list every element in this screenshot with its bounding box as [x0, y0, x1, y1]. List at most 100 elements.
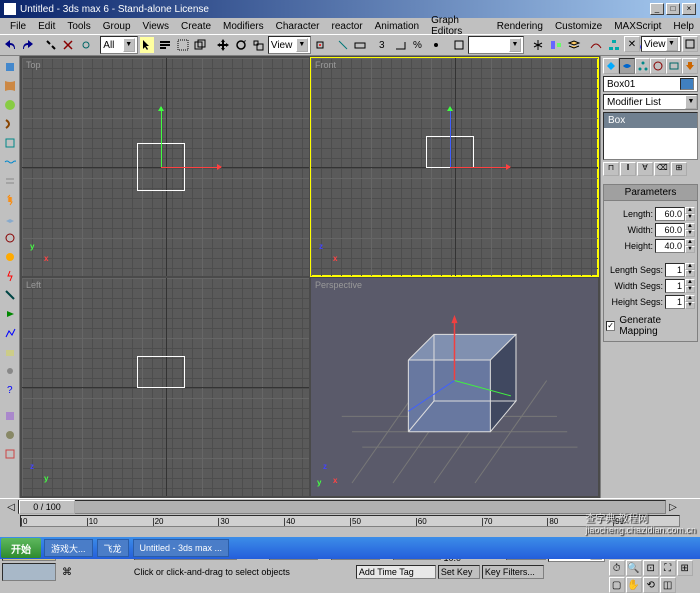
soft-icon[interactable]: [1, 96, 19, 114]
ref-coord-combo[interactable]: View▼: [268, 36, 311, 54]
fracture-icon[interactable]: [1, 267, 19, 285]
height-spinner[interactable]: ▲▼: [685, 239, 695, 253]
extra-icon-1[interactable]: [1, 407, 19, 425]
extra-icon-2[interactable]: [1, 426, 19, 444]
zoom-extents-button[interactable]: ⛶: [660, 560, 676, 576]
object-name-field[interactable]: Box01: [603, 76, 698, 92]
time-config-button[interactable]: ⏱: [609, 560, 625, 576]
xview-icon[interactable]: ✕: [624, 36, 640, 52]
menu-file[interactable]: File: [4, 20, 32, 33]
hseg-spinner[interactable]: ▲▼: [685, 295, 695, 309]
align-button[interactable]: [547, 36, 564, 54]
snap-3d-button[interactable]: 3: [375, 36, 392, 54]
remove-mod-button[interactable]: ⌫: [654, 162, 670, 176]
task-item[interactable]: 飞龙: [97, 539, 129, 557]
analyze-icon[interactable]: [1, 324, 19, 342]
spinner-snap-button[interactable]: [428, 36, 445, 54]
maximize-button[interactable]: □: [666, 3, 680, 15]
wseg-field[interactable]: [665, 279, 685, 293]
curve-editor-button[interactable]: [588, 36, 605, 54]
track-prev-button[interactable]: ◁: [4, 500, 18, 514]
length-spinner[interactable]: ▲▼: [685, 207, 695, 221]
menu-rendering[interactable]: Rendering: [491, 20, 549, 33]
rotate-button[interactable]: [232, 36, 249, 54]
keyboard-button[interactable]: [352, 36, 369, 54]
motion-tab[interactable]: [650, 58, 666, 74]
stack-item-box[interactable]: Box: [604, 113, 697, 128]
object-color-swatch[interactable]: [680, 78, 694, 90]
spring-icon[interactable]: [1, 191, 19, 209]
track-next-button[interactable]: ▷: [666, 500, 680, 514]
menu-tools[interactable]: Tools: [61, 20, 96, 33]
utilities-tab[interactable]: [682, 58, 698, 74]
extra-icon-3[interactable]: [1, 445, 19, 463]
zoom-all-button[interactable]: ⊡: [643, 560, 659, 576]
hierarchy-tab[interactable]: [635, 58, 651, 74]
select-rect-button[interactable]: [174, 36, 191, 54]
pan-button[interactable]: ✋: [626, 577, 642, 593]
hseg-field[interactable]: [665, 295, 685, 309]
pin-stack-button[interactable]: ⊓: [603, 162, 619, 176]
menu-group[interactable]: Group: [97, 20, 137, 33]
menu-customize[interactable]: Customize: [549, 20, 608, 33]
defmesh-icon[interactable]: [1, 134, 19, 152]
cloth-icon[interactable]: [1, 77, 19, 95]
unlink-button[interactable]: [60, 36, 77, 54]
menu-views[interactable]: Views: [137, 20, 176, 33]
menu-animation[interactable]: Animation: [369, 20, 425, 33]
rigid-icon[interactable]: [1, 58, 19, 76]
create-tab[interactable]: [603, 58, 619, 74]
motor-icon[interactable]: [1, 229, 19, 247]
menu-reactor[interactable]: reactor: [326, 20, 369, 33]
menu-create[interactable]: Create: [175, 20, 217, 33]
menu-character[interactable]: Character: [270, 20, 326, 33]
configure-button[interactable]: ⊞: [671, 162, 687, 176]
rope-icon[interactable]: [1, 115, 19, 133]
export-icon[interactable]: [1, 343, 19, 361]
rollout-header[interactable]: Parameters: [604, 185, 697, 201]
persp-mode-icon[interactable]: [682, 36, 698, 52]
bind-button[interactable]: [78, 36, 95, 54]
viewport-top[interactable]: Top xy: [22, 58, 309, 276]
manipulate-button[interactable]: [334, 36, 351, 54]
snap-percent-button[interactable]: %: [410, 36, 427, 54]
selection-filter-combo[interactable]: All▼: [100, 36, 137, 54]
time-tag-field[interactable]: Add Time Tag: [356, 565, 436, 579]
start-button[interactable]: 开始: [1, 538, 41, 558]
plane-icon[interactable]: [1, 210, 19, 228]
wseg-spinner[interactable]: ▲▼: [685, 279, 695, 293]
menu-modifiers[interactable]: Modifiers: [217, 20, 270, 33]
menu-grapheditors[interactable]: Graph Editors: [425, 14, 491, 38]
help-icon[interactable]: ?: [1, 381, 19, 399]
selection-lock-2[interactable]: [2, 563, 56, 581]
zoom-button[interactable]: 🔍: [626, 560, 642, 576]
lseg-spinner[interactable]: ▲▼: [685, 263, 695, 277]
water-icon[interactable]: [1, 153, 19, 171]
menu-maxscript[interactable]: MAXScript: [608, 20, 667, 33]
menu-help[interactable]: Help: [667, 20, 700, 33]
script-button[interactable]: ⌘: [58, 563, 76, 581]
view-combo-2[interactable]: View▼: [641, 36, 681, 52]
task-item[interactable]: 游戏大...: [44, 539, 93, 557]
move-button[interactable]: [215, 36, 232, 54]
width-spinner[interactable]: ▲▼: [685, 223, 695, 237]
viewport-perspective[interactable]: Perspective: [311, 278, 598, 496]
pivot-center-button[interactable]: [312, 36, 329, 54]
cable-icon[interactable]: [1, 286, 19, 304]
field-of-view-button[interactable]: ▢: [609, 577, 625, 593]
time-slider[interactable]: 0 / 100: [18, 500, 666, 514]
preview-icon[interactable]: [1, 305, 19, 323]
zoom-extents-all-button[interactable]: ⊞: [677, 560, 693, 576]
time-ruler[interactable]: [20, 515, 680, 527]
wind-icon[interactable]: [1, 172, 19, 190]
util-icon[interactable]: [1, 362, 19, 380]
display-tab[interactable]: [666, 58, 682, 74]
key-filters-button[interactable]: Key Filters...: [482, 565, 544, 579]
lseg-field[interactable]: [665, 263, 685, 277]
schematic-button[interactable]: [605, 36, 622, 54]
height-field[interactable]: [655, 239, 685, 253]
mirror-button[interactable]: [530, 36, 547, 54]
show-result-button[interactable]: ‖: [620, 162, 636, 176]
named-selset-button[interactable]: [450, 36, 467, 54]
snap-angle-button[interactable]: [392, 36, 409, 54]
